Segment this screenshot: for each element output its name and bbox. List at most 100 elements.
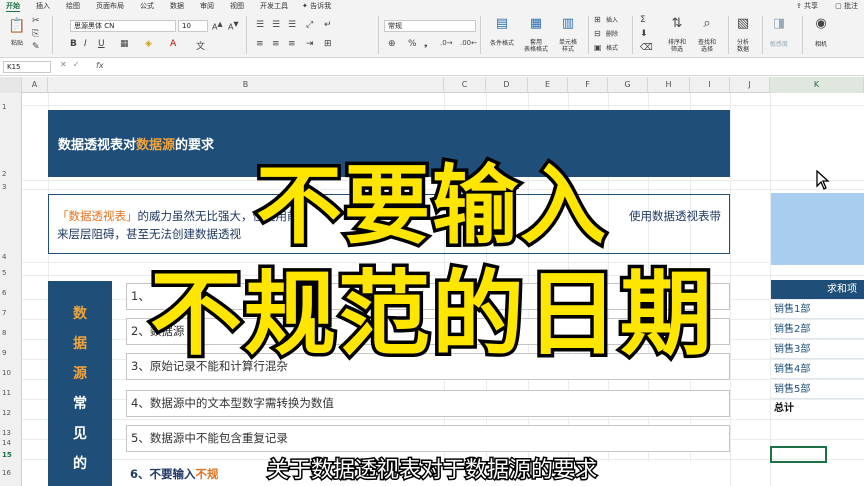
decrease-decimal-icon[interactable]: .00← — [460, 39, 477, 47]
row-header[interactable]: 14 — [0, 439, 22, 447]
column-header[interactable]: J — [730, 77, 770, 93]
fx-icon[interactable]: fx — [96, 61, 104, 70]
align-middle-icon[interactable]: ☰ — [272, 20, 280, 30]
sidebar-char: 见 — [73, 426, 87, 442]
format-painter-icon[interactable]: ✎ — [32, 42, 40, 52]
paste-icon[interactable]: 📋 — [8, 18, 26, 34]
pivot-grand-total-label[interactable]: 总计 — [771, 400, 864, 417]
align-bottom-icon[interactable]: ☰ — [288, 20, 296, 30]
row-header[interactable]: 13 — [0, 429, 22, 437]
ribbon-separator — [632, 16, 633, 54]
sensitivity-icon[interactable]: ◨ — [770, 16, 788, 31]
font-color-icon[interactable]: A — [170, 39, 176, 49]
tab-draw[interactable]: 绘图 — [66, 1, 80, 11]
format-cells-icon[interactable]: ▣ — [594, 43, 602, 52]
column-header[interactable]: C — [444, 77, 486, 93]
camera-icon[interactable]: ◉ — [812, 16, 830, 31]
insert-cells-label[interactable]: 插入 — [606, 17, 618, 24]
tab-page-layout[interactable]: 页面布局 — [96, 1, 124, 11]
delete-cells-label[interactable]: 删除 — [606, 31, 618, 38]
align-left-icon[interactable]: ≡ — [256, 39, 264, 49]
comma-icon[interactable]: ❟ — [424, 39, 428, 49]
column-header[interactable]: F — [568, 77, 608, 93]
delete-cells-icon[interactable]: ⊟ — [594, 29, 601, 38]
merge-center-icon[interactable]: ⊞ — [324, 39, 332, 49]
align-top-icon[interactable]: ☰ — [256, 20, 264, 30]
tab-view[interactable]: 视图 — [230, 1, 244, 11]
currency-icon[interactable]: ⊕ — [388, 39, 396, 49]
indent-icon[interactable]: ⇥ — [306, 39, 314, 49]
lightbulb-icon: ✦ — [302, 2, 308, 10]
share-button[interactable]: ⇪ 共享 — [796, 1, 818, 11]
select-all-corner[interactable] — [0, 77, 22, 93]
bold-icon[interactable]: B — [70, 39, 77, 49]
sidebar-char: 常 — [73, 396, 87, 412]
phonetic-icon[interactable]: 文 — [196, 39, 205, 52]
comment-button[interactable]: ▢ 批注 — [835, 1, 858, 11]
grid-line — [22, 105, 864, 106]
clear-icon[interactable]: ⌫ — [640, 43, 653, 53]
fill-icon[interactable]: ⬇ — [640, 29, 648, 39]
number-format-select[interactable]: 常规 — [384, 20, 476, 32]
font-size-select[interactable]: 10 — [178, 20, 208, 32]
align-right-icon[interactable]: ≡ — [288, 39, 296, 49]
column-header[interactable]: I — [690, 77, 730, 93]
cell-style-icon[interactable]: ▥ — [558, 16, 578, 31]
tab-formulas[interactable]: 公式 — [140, 1, 154, 11]
fill-color-icon[interactable]: ◈ — [145, 39, 152, 49]
find-select-icon[interactable]: ⌕ — [698, 16, 716, 31]
ribbon: 📋 粘贴 ✂ ⎘ ✎ 思源黑体 CN 10 A▲ A▼ B I U ▦ ◈ A … — [0, 12, 864, 58]
column-header[interactable]: H — [648, 77, 690, 93]
format-cells-label[interactable]: 格式 — [606, 45, 618, 52]
ribbon-separator — [588, 16, 589, 54]
ribbon-separator — [52, 16, 53, 54]
column-header[interactable]: A — [22, 77, 48, 93]
tab-insert[interactable]: 插入 — [36, 1, 50, 11]
column-header[interactable]: E — [528, 77, 568, 93]
font-name-select[interactable]: 思源黑体 CN — [70, 20, 176, 32]
sort-filter-icon[interactable]: ⇅ — [668, 16, 686, 31]
table-format-icon[interactable]: ▦ — [526, 16, 546, 31]
row-header[interactable]: 11 — [0, 389, 22, 397]
copy-icon[interactable]: ⎘ — [32, 29, 39, 39]
border-icon[interactable]: ▦ — [120, 39, 129, 49]
conditional-format-icon[interactable]: ▤ — [492, 16, 512, 31]
ribbon-separator — [480, 16, 481, 54]
column-header[interactable]: G — [608, 77, 648, 93]
name-box[interactable]: K15 — [3, 61, 51, 73]
column-header-active[interactable]: K — [770, 77, 864, 93]
italic-icon[interactable]: I — [84, 39, 87, 49]
ribbon-separator — [802, 16, 803, 54]
increase-decimal-icon[interactable]: .0→ — [440, 39, 453, 47]
analyze-data-icon[interactable]: ▧ — [734, 16, 752, 31]
row-header[interactable]: 12 — [0, 409, 22, 417]
pivot-row-label[interactable]: 销售5部 — [771, 380, 864, 399]
tab-home[interactable]: 开始 — [6, 1, 20, 12]
ribbon-separator — [378, 16, 379, 54]
column-header[interactable]: B — [48, 77, 444, 93]
camera-label: 相机 — [814, 41, 827, 48]
list-item[interactable]: 5、数据源中不能包含重复记录 — [126, 425, 730, 452]
row-header[interactable]: 1 — [0, 103, 22, 111]
percent-icon[interactable]: % — [408, 39, 417, 49]
insert-cells-icon[interactable]: ⊞ — [594, 15, 601, 24]
share-label: 共享 — [804, 2, 818, 10]
wrap-text-icon[interactable]: ↵ — [324, 20, 332, 30]
font-shrink-icon[interactable]: A▼ — [228, 20, 239, 32]
font-grow-icon[interactable]: A▲ — [212, 20, 223, 32]
tab-data[interactable]: 数据 — [170, 1, 184, 11]
share-icon: ⇪ — [795, 2, 802, 10]
column-header[interactable]: D — [486, 77, 528, 93]
tab-developer[interactable]: 开发工具 — [260, 1, 288, 11]
column-headers: A B C D E F G H I J K — [0, 77, 864, 93]
tab-review[interactable]: 审阅 — [200, 1, 214, 11]
underline-icon[interactable]: U — [98, 39, 105, 49]
formula-cancel-confirm-icons[interactable]: ✕✓ — [60, 60, 85, 69]
sensitivity-label: 敏感度 — [769, 41, 788, 48]
autosum-icon[interactable]: Σ — [640, 15, 646, 25]
align-center-icon[interactable]: ≡ — [272, 39, 280, 49]
orientation-icon[interactable]: ⤢ — [306, 20, 313, 30]
tab-tell-me[interactable]: ✦ 告诉我 — [302, 1, 331, 11]
list-item[interactable]: 4、数据源中的文本型数字需转换为数值 — [126, 390, 730, 417]
cut-icon[interactable]: ✂ — [32, 16, 40, 26]
